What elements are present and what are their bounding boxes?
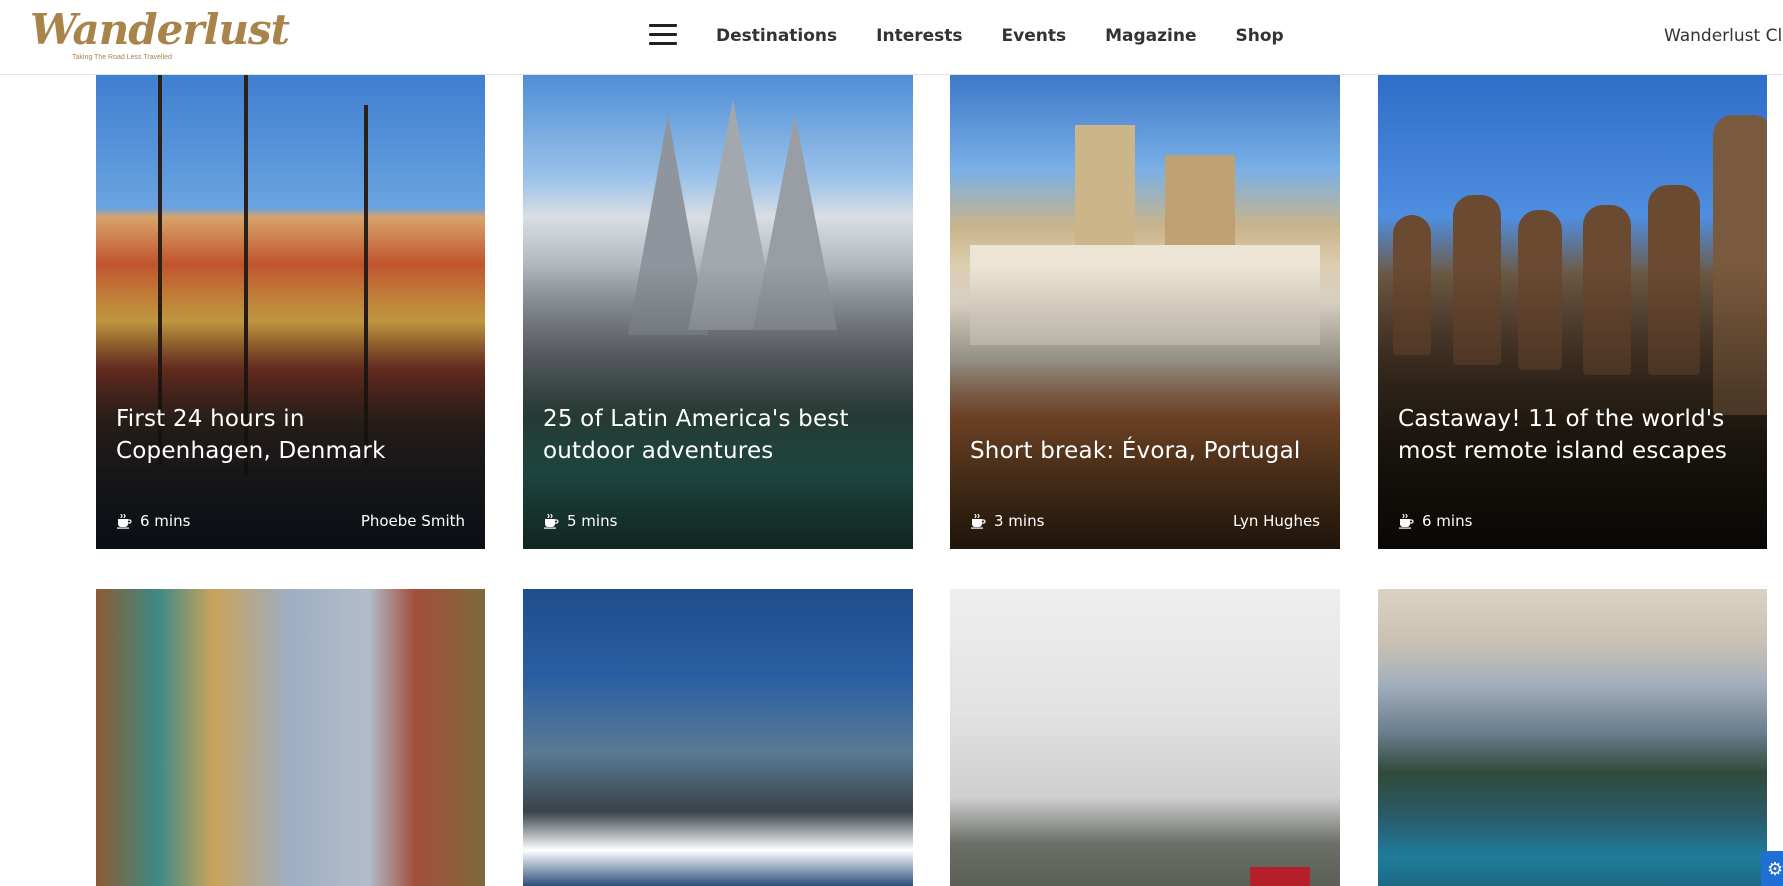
- read-time: 6 mins: [1398, 512, 1472, 530]
- read-time: 6 mins: [116, 512, 190, 530]
- card-meta: 6 mins: [1398, 511, 1747, 531]
- article-card-fjord[interactable]: [950, 589, 1340, 886]
- author-name[interactable]: Phoebe Smith: [361, 512, 465, 530]
- main-nav: Destinations Interests Events Magazine S…: [700, 26, 1307, 46]
- card-title: 25 of Latin America's best outdoor adven…: [543, 406, 849, 464]
- card-meta: 5 mins: [543, 511, 893, 531]
- read-time-label: 5 mins: [567, 512, 618, 530]
- read-time: 3 mins: [970, 512, 1044, 530]
- article-card-evora[interactable]: Short break: Évora, Portugal 3 mins Lyn …: [950, 75, 1340, 549]
- wanderlust-club-link[interactable]: Wanderlust Clu: [1664, 26, 1783, 46]
- rocky-coast-palm-image: [523, 589, 913, 886]
- wanderlust-logo[interactable]: Wanderlust Taking The Road Less Travelle…: [30, 5, 290, 62]
- read-time-label: 3 mins: [994, 512, 1045, 530]
- coffee-cup-icon: [544, 513, 559, 529]
- card-title: First 24 hours in Copenhagen, Denmark: [116, 406, 386, 464]
- coffee-cup-icon: [117, 513, 132, 529]
- article-card-copenhagen[interactable]: First 24 hours in Copenhagen, Denmark 6 …: [96, 75, 485, 549]
- nav-interests[interactable]: Interests: [876, 26, 962, 46]
- nav-magazine[interactable]: Magazine: [1105, 26, 1196, 46]
- coffee-cup-icon: [1399, 513, 1414, 529]
- image-gradient-overlay: [950, 264, 1340, 549]
- card-title: Short break: Évora, Portugal: [970, 438, 1301, 464]
- hamburger-menu-icon[interactable]: [649, 24, 677, 46]
- article-card-coast[interactable]: [523, 589, 913, 886]
- article-card-lake[interactable]: [1378, 589, 1767, 886]
- read-time: 5 mins: [543, 512, 617, 530]
- gear-icon: ⚙: [1767, 859, 1783, 880]
- article-card-island-escapes[interactable]: Castaway! 11 of the world's most remote …: [1378, 75, 1767, 549]
- misty-fjord-image: [950, 589, 1340, 886]
- hindu-temple-towers-image: [96, 589, 485, 886]
- article-card-latin-america[interactable]: 25 of Latin America's best outdoor adven…: [523, 75, 913, 549]
- read-time-label: 6 mins: [140, 512, 191, 530]
- card-title: Castaway! 11 of the world's most remote …: [1398, 406, 1727, 464]
- logo-wordmark: Wanderlust: [30, 5, 290, 54]
- article-card-temple[interactable]: [96, 589, 485, 886]
- author-name[interactable]: Lyn Hughes: [1233, 512, 1320, 530]
- card-meta: 6 mins Phoebe Smith: [116, 511, 465, 531]
- nav-events[interactable]: Events: [1002, 26, 1067, 46]
- mountain-lake-image: [1378, 589, 1767, 886]
- coffee-cup-icon: [971, 513, 986, 529]
- read-time-label: 6 mins: [1422, 512, 1473, 530]
- site-header: Wanderlust Taking The Road Less Travelle…: [0, 0, 1783, 75]
- logo-tagline: Taking The Road Less Travelled: [72, 54, 172, 61]
- nav-destinations[interactable]: Destinations: [716, 26, 837, 46]
- card-meta: 3 mins Lyn Hughes: [970, 511, 1320, 531]
- settings-button[interactable]: ⚙: [1761, 851, 1783, 886]
- nav-shop[interactable]: Shop: [1236, 26, 1284, 46]
